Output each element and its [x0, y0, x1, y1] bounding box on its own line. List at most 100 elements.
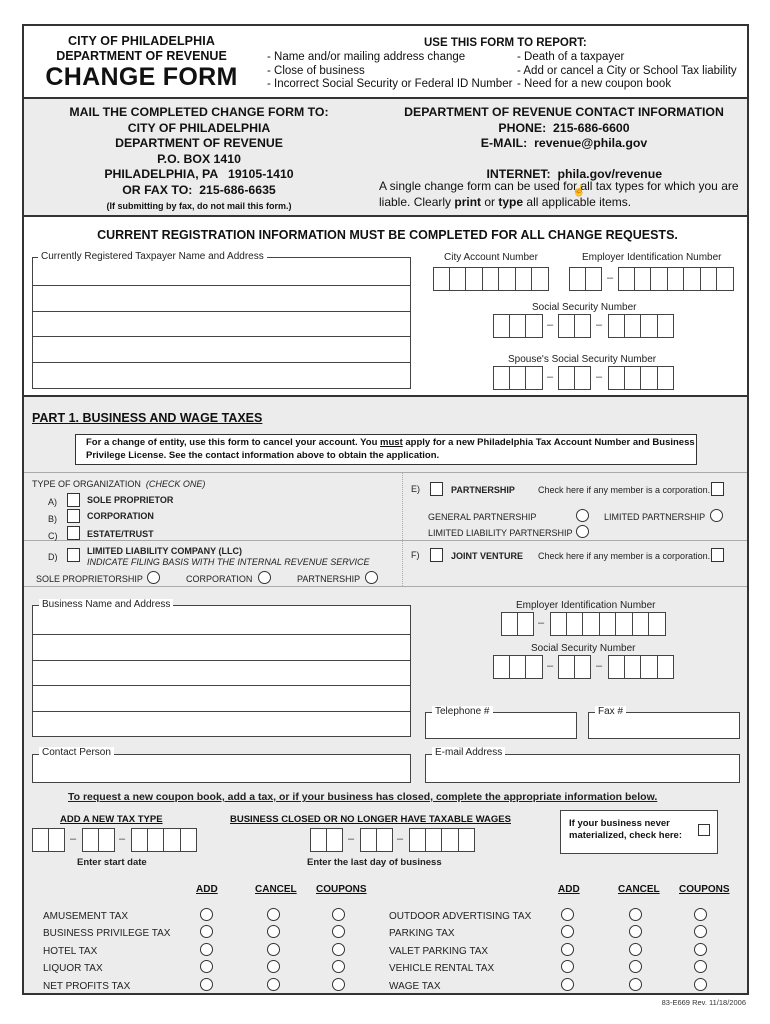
tax-coupons-radio[interactable]: [332, 943, 345, 956]
partnership-label: PARTNERSHIP: [451, 485, 515, 495]
org-letter: D): [48, 552, 58, 562]
tax-cancel-radio[interactable]: [629, 908, 642, 921]
ssn-part1-input[interactable]: [493, 314, 543, 338]
tax-coupons-radio[interactable]: [332, 925, 345, 938]
business-name-address-field[interactable]: [32, 605, 411, 737]
tax-add-radio[interactable]: [200, 960, 213, 973]
form-title: CHANGE FORM: [45, 63, 238, 91]
start-date-month-input[interactable]: [32, 828, 65, 852]
start-date-year-input[interactable]: [131, 828, 197, 852]
never-materialized-box: If your business never materialized, che…: [560, 810, 718, 854]
never-materialized-label: If your business never materialized, che…: [569, 818, 682, 841]
corporation-checkbox[interactable]: [67, 509, 80, 523]
tax-coupons-radio[interactable]: [694, 943, 707, 956]
ein-prefix-input[interactable]: [569, 267, 602, 291]
registration-title: CURRENT REGISTRATION INFORMATION MUST BE…: [97, 228, 678, 242]
tax-add-radio[interactable]: [200, 943, 213, 956]
tax-add-radio[interactable]: [200, 978, 213, 991]
date-dash: –: [119, 833, 126, 845]
business-ssn-label: Social Security Number: [531, 643, 636, 654]
tax-coupons-radio[interactable]: [694, 925, 707, 938]
estate-trust-checkbox[interactable]: [67, 526, 80, 540]
tax-cancel-radio[interactable]: [629, 943, 642, 956]
tax-add-radio[interactable]: [561, 943, 574, 956]
partnership-member-corp-checkbox[interactable]: [711, 482, 724, 496]
tax-coupons-radio[interactable]: [694, 908, 707, 921]
org-letter: F): [411, 550, 420, 560]
start-date-day-input[interactable]: [82, 828, 115, 852]
sole-proprietor-checkbox[interactable]: [67, 493, 80, 507]
general-partnership-radio[interactable]: [576, 509, 589, 522]
contact-person-input[interactable]: [32, 754, 411, 783]
email-input[interactable]: [425, 754, 740, 783]
tax-coupons-radio[interactable]: [332, 908, 345, 921]
tax-add-radio[interactable]: [200, 925, 213, 938]
business-ssn-part2-input[interactable]: [558, 655, 591, 679]
ssn-part3-input[interactable]: [608, 314, 674, 338]
header-title-block: CITY OF PHILADELPHIA DEPARTMENT OF REVEN…: [24, 26, 259, 97]
tax-add-radio[interactable]: [561, 978, 574, 991]
col-header-coupons: COUPONS: [316, 884, 367, 895]
llc-partnership-radio[interactable]: [365, 571, 378, 584]
tax-cancel-radio[interactable]: [267, 978, 280, 991]
tax-cancel-radio[interactable]: [267, 960, 280, 973]
ein-suffix-input[interactable]: [618, 267, 734, 291]
tax-name: HOTEL TAX: [43, 946, 98, 957]
llc-corporation-radio[interactable]: [258, 571, 271, 584]
tax-cancel-radio[interactable]: [629, 925, 642, 938]
tax-cancel-radio[interactable]: [629, 960, 642, 973]
llc-sublabel: INDICATE FILING BASIS WITH THE INTERNAL …: [87, 557, 370, 567]
tax-add-radio[interactable]: [200, 908, 213, 921]
business-ein-suffix-input[interactable]: [550, 612, 666, 636]
llc-checkbox[interactable]: [67, 548, 80, 562]
tax-coupons-radio[interactable]: [332, 960, 345, 973]
ssn-part2-input[interactable]: [558, 314, 591, 338]
spouse-ssn-part2-input[interactable]: [558, 366, 591, 390]
llp-radio[interactable]: [576, 525, 589, 538]
spouse-ssn-part3-input[interactable]: [608, 366, 674, 390]
tax-cancel-radio[interactable]: [267, 925, 280, 938]
partnership-checkbox[interactable]: [430, 482, 443, 496]
org-letter: A): [48, 497, 57, 507]
report-item: - Incorrect Social Security or Federal I…: [267, 78, 513, 90]
tax-coupons-radio[interactable]: [332, 978, 345, 991]
last-day-day-input[interactable]: [360, 828, 393, 852]
tax-coupons-radio[interactable]: [694, 960, 707, 973]
partnership-type-label: GENERAL PARTNERSHIP: [428, 512, 537, 522]
tax-name: LIQUOR TAX: [43, 963, 103, 974]
part1-section: PART 1. BUSINESS AND WAGE TAXES For a ch…: [22, 397, 749, 995]
business-ssn-part1-input[interactable]: [493, 655, 543, 679]
spouse-ssn-part1-input[interactable]: [493, 366, 543, 390]
taxpayer-name-address-field[interactable]: [32, 257, 411, 389]
tax-name: VALET PARKING TAX: [389, 946, 489, 957]
tax-cancel-radio[interactable]: [267, 943, 280, 956]
tax-add-radio[interactable]: [561, 908, 574, 921]
joint-venture-checkbox[interactable]: [430, 548, 443, 562]
joint-venture-label: JOINT VENTURE: [451, 551, 524, 561]
contact-email[interactable]: E-MAIL: revenue@phila.gov: [379, 136, 749, 152]
col-header-add: ADD: [196, 884, 218, 895]
business-ein-prefix-input[interactable]: [501, 612, 534, 636]
limited-partnership-radio[interactable]: [710, 509, 723, 522]
tax-cancel-radio[interactable]: [267, 908, 280, 921]
business-ssn-part3-input[interactable]: [608, 655, 674, 679]
contact-phone: PHONE: 215-686-6600: [498, 120, 630, 135]
last-day-year-input[interactable]: [409, 828, 475, 852]
taxpayer-name-address-label: Currently Registered Taxpayer Name and A…: [38, 251, 267, 262]
spouse-ssn-dash: –: [596, 371, 603, 383]
tax-add-radio[interactable]: [561, 925, 574, 938]
city-account-input[interactable]: [433, 267, 549, 291]
tax-add-radio[interactable]: [561, 960, 574, 973]
tax-cancel-radio[interactable]: [629, 978, 642, 991]
last-day-month-input[interactable]: [310, 828, 343, 852]
report-reasons: USE THIS FORM TO REPORT: - Name and/or m…: [264, 26, 749, 97]
single-form-note: A single change form can be used for all…: [379, 179, 739, 209]
never-materialized-checkbox[interactable]: [698, 824, 710, 836]
jv-member-corp-checkbox[interactable]: [711, 548, 724, 562]
ssn-dash: –: [547, 319, 554, 331]
tax-coupons-radio[interactable]: [694, 978, 707, 991]
llc-sole-proprietorship-radio[interactable]: [147, 571, 160, 584]
fax-note: (If submitting by fax, do not mail this …: [106, 200, 292, 211]
mailing-line: PHILADELPHIA, PA 19105-1410: [104, 167, 294, 182]
city-account-label: City Account Number: [444, 252, 538, 263]
